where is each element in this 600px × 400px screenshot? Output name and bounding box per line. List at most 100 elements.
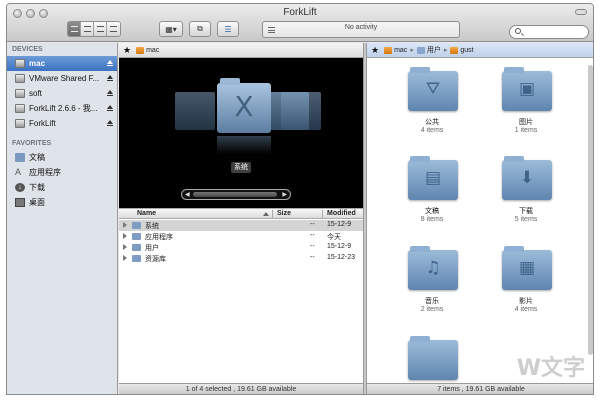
disk-image-icon (15, 119, 25, 128)
folder-item-pictures[interactable]: ▣ 图片 1 items (488, 67, 564, 143)
folder-name: 下载 (519, 208, 533, 215)
forklift-window: ForkLift ▦▾ ⧉ ☰ No activity DEVICES mac (6, 3, 594, 395)
sidebar-item-label: mac (29, 59, 46, 68)
folder-name: 图片 (519, 119, 533, 126)
column-modified[interactable]: Modified (327, 210, 356, 217)
eject-icon[interactable] (107, 60, 113, 66)
sidebar-item-desktop[interactable]: 桌面 (7, 195, 117, 210)
folder-icon (416, 46, 425, 54)
sidebar-item-label: 应用程序 (29, 168, 61, 177)
table-row[interactable]: 应用程序 -- 今天 (119, 231, 363, 242)
folder-count: 5 items (514, 216, 538, 223)
coverflow-preview[interactable]: X 系统 ◀ ▶ (119, 58, 363, 208)
activity-menu-icon[interactable] (268, 27, 275, 33)
home-folder-icon (384, 46, 393, 54)
favorites-icon: ☰ (224, 24, 232, 34)
hard-disk-icon (15, 59, 25, 68)
disclosure-triangle-icon[interactable] (123, 222, 127, 228)
left-pane[interactable]: ★ mac X 系统 ◀ ▶ Name Size Modified 系统 -- … (119, 43, 363, 394)
row-size: -- (310, 243, 315, 250)
search-input[interactable] (509, 25, 589, 39)
column-size[interactable]: Size (277, 210, 291, 217)
folder-item-documents[interactable]: ▤ 文稿 8 items (394, 156, 470, 232)
scroll-left-icon[interactable]: ◀ (185, 191, 190, 198)
selected-cover-folder[interactable]: X (217, 78, 271, 133)
search-icon (515, 28, 521, 34)
activity-text: No activity (344, 24, 378, 31)
cover-label: 系统 (119, 162, 363, 173)
disk-image-icon (15, 89, 25, 98)
row-modified: 15-12-9 (327, 243, 352, 250)
left-path-bar: ★ mac (119, 43, 363, 58)
table-row[interactable]: 用户 -- 15-12-9 (119, 242, 363, 253)
columns-view-icon[interactable] (94, 22, 107, 36)
sidebar-item-documents[interactable]: 文稿 (7, 150, 117, 165)
network-disk-icon (15, 74, 25, 83)
sidebar-item-mac[interactable]: mac (7, 56, 117, 71)
favorite-star-icon[interactable]: ★ (371, 45, 379, 56)
eject-icon[interactable] (107, 75, 113, 81)
folder-icon (408, 336, 458, 380)
folder-name: 影片 (519, 298, 533, 305)
folder-item-downloads[interactable]: ⬇ 下载 5 items (488, 156, 564, 232)
table-row[interactable]: 系统 -- 15-12-9 (119, 220, 363, 231)
applications-icon: A (15, 167, 22, 177)
sidebar-item-label: ForkLift (29, 119, 56, 128)
title-toolbar: ForkLift ▦▾ ⧉ ☰ No activity (7, 4, 593, 42)
folder-icon (132, 255, 141, 262)
row-modified: 15-12-9 (327, 221, 352, 228)
row-name: 应用程序 (145, 234, 173, 241)
documents-icon (15, 153, 25, 162)
sidebar-item-soft[interactable]: soft (7, 86, 117, 101)
sidebar-item-applications[interactable]: A 应用程序 (7, 165, 117, 180)
coverflow-view-icon[interactable] (107, 22, 120, 36)
breadcrumb-item[interactable]: mac (146, 47, 159, 54)
sidebar-item-forklift-dmg[interactable]: ForkLift 2.6.6 - 我... (7, 101, 117, 116)
folder-item-partial[interactable] (394, 336, 470, 384)
cover-item[interactable] (281, 92, 321, 130)
folder-name: 音乐 (425, 298, 439, 305)
eject-icon[interactable] (107, 105, 113, 111)
cover-item[interactable] (175, 92, 215, 130)
favorites-button[interactable]: ☰ (217, 21, 239, 37)
scroll-thumb[interactable] (193, 192, 277, 197)
icons-view-icon[interactable] (68, 22, 81, 36)
right-path-bar: ★ mac ▸ 用户 ▸ gust (367, 43, 593, 58)
view-mode-segmented[interactable] (67, 21, 121, 37)
table-row[interactable]: 资源库 -- 15-12-23 (119, 253, 363, 264)
system-folder-icon: X (234, 90, 254, 123)
activity-field[interactable]: No activity (262, 21, 460, 38)
eject-icon[interactable] (107, 120, 113, 126)
sidebar-item-vmware[interactable]: VMware Shared F... (7, 71, 117, 86)
folder-item-music[interactable]: ♫ 音乐 2 items (394, 246, 470, 322)
sidebar-item-downloads[interactable]: ↓ 下载 (7, 180, 117, 195)
sync-browsing-button[interactable]: ⧉ (189, 21, 211, 37)
folder-item-public[interactable]: ⛛ 公共 4 items (394, 67, 470, 143)
breadcrumb-item[interactable]: 用户 (427, 45, 441, 55)
row-name: 系统 (145, 223, 159, 230)
window-title: ForkLift (283, 7, 317, 18)
coverflow-scrollbar[interactable]: ◀ ▶ (181, 189, 291, 200)
folder-item-movies[interactable]: ▦ 影片 4 items (488, 246, 564, 322)
column-name[interactable]: Name (137, 210, 156, 217)
disclosure-triangle-icon[interactable] (123, 255, 127, 261)
favorite-star-icon[interactable]: ★ (123, 45, 131, 56)
disclosure-triangle-icon[interactable] (123, 244, 127, 250)
right-pane[interactable]: ★ mac ▸ 用户 ▸ gust ⛛ 公共 4 items ▣ 图片 1 it… (367, 43, 593, 394)
breadcrumb-item[interactable]: gust (460, 47, 473, 54)
scroll-right-icon[interactable]: ▶ (282, 191, 287, 198)
sidebar-item-label: VMware Shared F... (29, 74, 100, 83)
sidebar-item-label: 桌面 (29, 198, 45, 207)
disclosure-triangle-icon[interactable] (123, 233, 127, 239)
sidebar-item-label: 下载 (29, 183, 45, 192)
list-view-icon[interactable] (81, 22, 94, 36)
sidebar-item-label: soft (29, 89, 42, 98)
breadcrumb-item[interactable]: mac (394, 47, 407, 54)
cover-reflection (217, 136, 271, 154)
action-menu-button[interactable]: ▦▾ (159, 21, 183, 37)
vertical-scrollbar[interactable] (588, 65, 593, 355)
folder-icon (132, 222, 141, 229)
toolbar-toggle-button[interactable] (575, 9, 587, 15)
sidebar-item-forklift[interactable]: ForkLift (7, 116, 117, 131)
eject-icon[interactable] (107, 90, 113, 96)
